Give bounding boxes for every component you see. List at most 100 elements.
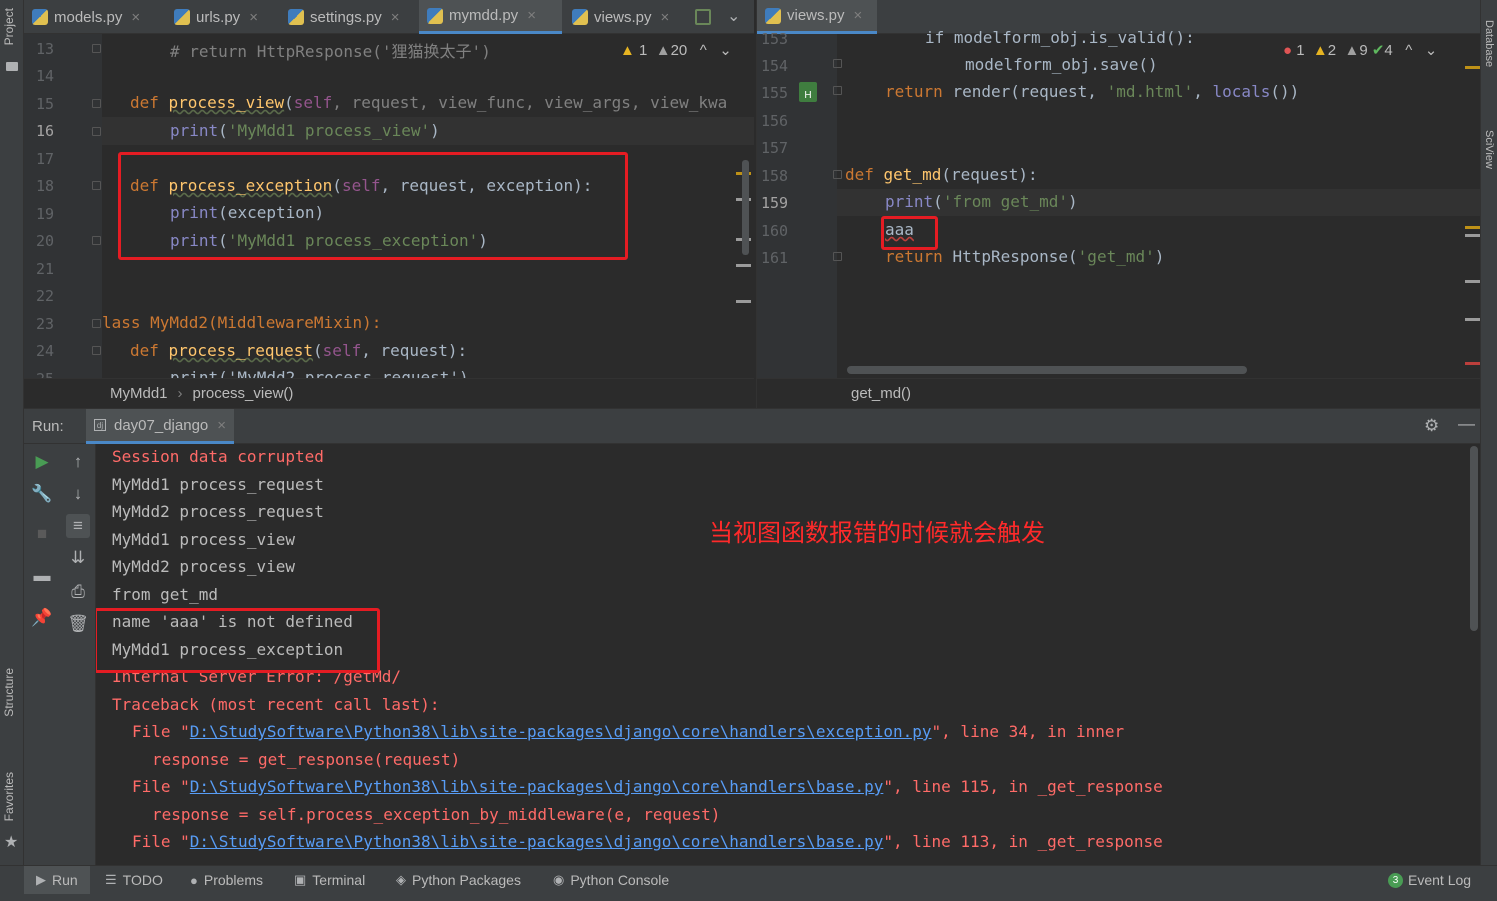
tool-python-console[interactable]: ◉ Python Console [553, 866, 669, 894]
print-icon[interactable]: ⎙ [66, 580, 90, 604]
fold-marker-icon[interactable] [92, 236, 101, 245]
annotation-text: 当视图函数报错的时候就会触发 [709, 519, 1045, 547]
close-icon[interactable]: × [527, 7, 536, 24]
minimize-icon[interactable]: — [1458, 414, 1475, 434]
tab-models-py[interactable]: models.py × [24, 0, 161, 34]
close-icon[interactable]: × [391, 9, 400, 26]
inspection-indicator[interactable]: ● 1 ▲2 ▲9 ✔4 ^ ⌄ [1283, 41, 1437, 59]
error-stripe-marker [1465, 362, 1480, 365]
soft-wrap-icon[interactable]: ≡ [66, 514, 90, 538]
close-icon[interactable]: × [661, 9, 670, 26]
python-console-icon: ◉ [553, 872, 565, 887]
error-stripe-marker [1465, 226, 1480, 229]
console-line: from get_md [112, 585, 218, 604]
code-line[interactable]: if modelform_obj.is_valid(): [925, 28, 1195, 47]
breadcrumb-method[interactable]: get_md() [851, 385, 911, 402]
inspection-indicator[interactable]: ▲ 1 ▲20 ^ ⌄ [620, 41, 732, 59]
sciview-tool-button[interactable]: SciView [1483, 130, 1495, 169]
code-line[interactable]: lass MyMdd2(MiddlewareMixin): [102, 313, 381, 332]
console-line: MyMdd1 process_view [112, 530, 296, 549]
tab-views-py-right[interactable]: views.py × [757, 0, 877, 34]
tool-event-log[interactable]: 3 Event Log [1388, 866, 1471, 894]
breadcrumb-class[interactable]: MyMdd1 [110, 385, 168, 402]
line-number: 25 [28, 370, 54, 378]
trash-icon[interactable]: 🗑 [66, 612, 90, 636]
fold-marker-icon[interactable] [92, 346, 101, 355]
code-line[interactable]: # return HttpResponse('狸猫换太子') [170, 38, 491, 62]
rerun-icon[interactable]: ▶ [30, 450, 54, 474]
split-icon[interactable] [695, 9, 711, 25]
arrow-down-icon[interactable]: ↓ [66, 482, 90, 506]
tool-problems[interactable]: ● Problems [190, 866, 263, 894]
chevron-down-icon[interactable]: ⌄ [727, 6, 740, 26]
wrench-icon[interactable]: 🔧 [30, 482, 54, 506]
fold-marker-icon[interactable] [92, 319, 101, 328]
stop-icon[interactable]: ■ [30, 522, 54, 546]
python-file-icon [32, 9, 48, 25]
project-tool-button[interactable]: Project [2, 8, 16, 45]
tool-python-packages[interactable]: ◈ Python Packages [396, 866, 521, 894]
run-toolbar-primary: ▶ 🔧 ■ ▬ 📌 [24, 444, 60, 865]
code-line[interactable]: print('MyMdd1 process_view') [170, 121, 440, 140]
code-line[interactable]: print('MyMdd2 process_request') [170, 368, 469, 378]
console-line: MyMdd2 process_view [112, 557, 296, 576]
info-icon: ● [190, 872, 198, 888]
structure-tool-button[interactable]: Structure [2, 668, 16, 717]
vertical-scrollbar[interactable] [742, 160, 749, 255]
fold-marker-icon[interactable] [833, 59, 842, 68]
line-number: 19 [35, 205, 54, 223]
tab-settings-py[interactable]: settings.py × [280, 0, 414, 34]
layout-icon[interactable]: ▬ [30, 564, 54, 588]
fold-marker-icon[interactable] [833, 86, 842, 95]
arrow-up-icon[interactable]: ↑ [66, 450, 90, 474]
left-tab-bar: models.py × urls.py × settings.py × mymdd.p… [24, 0, 754, 34]
close-icon[interactable]: × [131, 9, 140, 26]
fold-marker-icon[interactable] [833, 252, 842, 261]
fold-marker-icon[interactable] [92, 181, 101, 190]
breadcrumb-method[interactable]: process_view() [193, 385, 294, 402]
line-number: 22 [35, 287, 54, 305]
file-link[interactable]: D:\StudySoftware\Python38\lib\site-packa… [190, 832, 884, 851]
database-tool-button[interactable]: Database [1483, 20, 1495, 67]
line-number: 14 [35, 67, 54, 85]
fold-marker-icon[interactable] [92, 99, 101, 108]
tab-run-config[interactable]: dj day07_django × [86, 409, 235, 444]
tool-run[interactable]: ▶ Run [24, 866, 90, 894]
fold-marker-icon[interactable] [92, 44, 101, 53]
fold-marker-icon[interactable] [92, 127, 101, 136]
traceback-code-line: response = get_response(request) [152, 750, 461, 769]
code-line[interactable]: print('from get_md') [885, 192, 1078, 211]
pin-icon[interactable]: 📌 [30, 606, 54, 630]
code-line[interactable]: return render(request, 'md.html', locals… [885, 82, 1299, 101]
gear-icon[interactable]: ⚙ [1424, 416, 1439, 436]
scroll-to-end-icon[interactable]: ⇊ [66, 546, 90, 570]
error-stripe-marker [736, 264, 751, 267]
folder-icon [6, 62, 18, 71]
horizontal-scrollbar[interactable] [847, 366, 1247, 374]
tab-urls-py[interactable]: urls.py × [166, 0, 276, 34]
traceback-file-line: File "D:\StudySoftware\Python38\lib\site… [132, 777, 1163, 796]
favorites-tool-button[interactable]: Favorites [2, 772, 16, 821]
breadcrumb-separator: › [177, 385, 183, 402]
code-line[interactable]: modelform_obj.save() [965, 55, 1158, 74]
terminal-icon: ▣ [294, 872, 307, 887]
run-console-output[interactable]: Session data corrupted MyMdd1 process_re… [96, 444, 1480, 865]
close-icon[interactable]: × [217, 417, 226, 434]
close-icon[interactable]: × [249, 9, 258, 26]
fold-marker-icon[interactable] [833, 170, 842, 179]
line-number: 20 [35, 232, 54, 250]
tab-views-py[interactable]: views.py × [564, 0, 686, 34]
python-file-icon [288, 9, 304, 25]
close-icon[interactable]: × [854, 7, 863, 24]
code-line[interactable]: def get_md(request): [845, 165, 1038, 184]
console-scrollbar[interactable] [1470, 446, 1478, 631]
console-line: Traceback (most recent call last): [112, 695, 440, 714]
file-link[interactable]: D:\StudySoftware\Python38\lib\site-packa… [190, 777, 884, 796]
tool-todo[interactable]: ☰ TODO [105, 866, 163, 894]
code-line[interactable]: def process_view(self, request, view_fun… [130, 93, 727, 112]
tool-terminal[interactable]: ▣ Terminal [294, 866, 365, 894]
code-line[interactable]: def process_request(self, request): [130, 341, 467, 360]
html-template-icon[interactable]: H [799, 82, 817, 102]
file-link[interactable]: D:\StudySoftware\Python38\lib\site-packa… [190, 722, 932, 741]
tab-mymdd-py[interactable]: mymdd.py × [419, 0, 562, 34]
